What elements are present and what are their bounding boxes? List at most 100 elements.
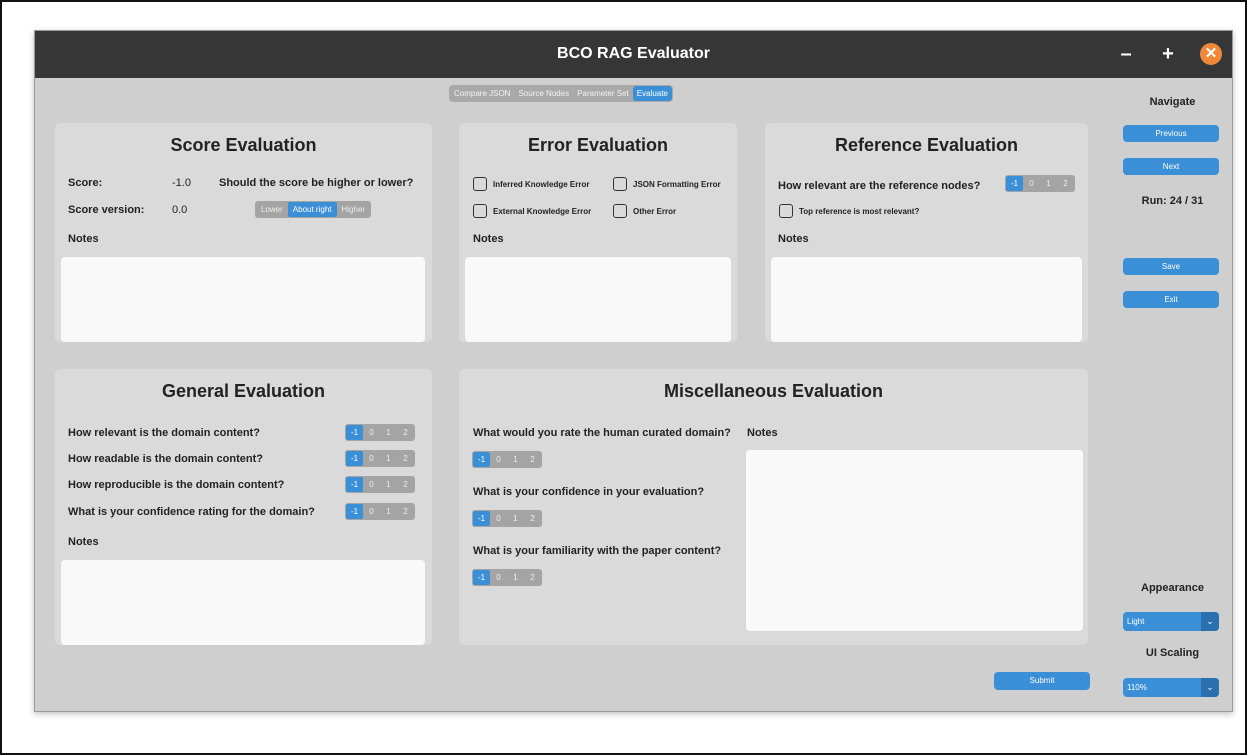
reference-relevance-rating: -1 0 1 2 [1005, 175, 1075, 192]
misc-rating: -1 0 1 2 [472, 510, 542, 527]
rating-option[interactable]: -1 [346, 477, 363, 492]
rating-option[interactable]: 2 [397, 504, 414, 519]
general-rating: -1 0 1 2 [345, 503, 415, 520]
rating-option[interactable]: 2 [524, 452, 541, 467]
checkbox-label: Top reference is most relevant? [799, 206, 920, 216]
misc-notes-label: Notes [747, 427, 778, 439]
rating-option[interactable]: 1 [380, 425, 397, 440]
score-version-value: 0.0 [172, 204, 188, 216]
ui-scaling-value: 110% [1127, 683, 1147, 692]
option-lower[interactable]: Lower [256, 202, 288, 217]
appearance-value: Light [1127, 617, 1145, 626]
misc-question: What is your familiarity with the paper … [473, 545, 722, 557]
tab-evaluate[interactable]: Evaluate [632, 86, 672, 101]
rating-option[interactable]: 1 [1040, 176, 1057, 191]
reference-notes-textbox[interactable] [771, 257, 1082, 342]
top-reference-checkbox[interactable]: Top reference is most relevant? [779, 204, 919, 218]
rating-option[interactable]: 1 [380, 451, 397, 466]
rating-option[interactable]: 1 [507, 452, 524, 467]
rating-option[interactable]: 0 [490, 511, 507, 526]
misc-notes-textbox[interactable] [746, 450, 1083, 631]
previous-button[interactable]: Previous [1123, 125, 1219, 142]
save-button[interactable]: Save [1123, 258, 1219, 275]
rating-option[interactable]: 2 [524, 511, 541, 526]
option-higher[interactable]: Higher [337, 202, 371, 217]
score-notes-textbox[interactable] [61, 257, 425, 342]
score-label: Score: [68, 177, 103, 189]
tab-bar: Compare JSON Source Nodes Parameter Set … [449, 85, 673, 102]
checkbox-label: External Knowledge Error [493, 206, 592, 216]
external-knowledge-error-checkbox[interactable]: External Knowledge Error [473, 204, 591, 218]
chevron-down-icon: ⌄ [1201, 678, 1219, 697]
checkbox-icon [473, 204, 487, 218]
general-question: How relevant is the domain content? [68, 427, 260, 439]
screenshot-frame: BCO RAG Evaluator – + ✕ Compare JSON Sou… [0, 0, 1247, 755]
json-formatting-error-checkbox[interactable]: JSON Formatting Error [613, 177, 721, 191]
general-evaluation-title: General Evaluation [161, 381, 326, 401]
tab-parameter-set[interactable]: Parameter Set [573, 86, 633, 101]
rating-option[interactable]: -1 [1006, 176, 1023, 191]
misc-evaluation-panel: Miscellaneous Evaluation What would you … [459, 369, 1088, 645]
rating-option[interactable]: -1 [473, 452, 490, 467]
checkbox-icon [613, 177, 627, 191]
rating-option[interactable]: 0 [490, 570, 507, 585]
close-icon[interactable]: ✕ [1200, 43, 1222, 65]
sidebar: Navigate Previous Next Run: 24 / 31 Save… [1111, 78, 1232, 711]
appearance-dropdown[interactable]: Light ⌄ [1123, 612, 1219, 631]
reference-relevance-question: How relevant are the reference nodes? [778, 180, 981, 192]
rating-option[interactable]: 1 [507, 570, 524, 585]
rating-option[interactable]: 2 [397, 425, 414, 440]
score-evaluation-panel: Score Evaluation Score: -1.0 Score versi… [55, 123, 432, 342]
misc-rating: -1 0 1 2 [472, 569, 542, 586]
rating-option[interactable]: 0 [1023, 176, 1040, 191]
ui-scaling-dropdown[interactable]: 110% ⌄ [1123, 678, 1219, 697]
rating-option[interactable]: -1 [473, 570, 490, 585]
tab-compare-json[interactable]: Compare JSON [450, 86, 514, 101]
general-rating: -1 0 1 2 [345, 476, 415, 493]
next-button[interactable]: Next [1123, 158, 1219, 175]
rating-option[interactable]: 0 [363, 425, 380, 440]
rating-option[interactable]: -1 [346, 504, 363, 519]
general-notes-textbox[interactable] [61, 560, 425, 645]
error-evaluation-title: Error Evaluation [527, 135, 669, 155]
score-value: -1.0 [172, 177, 191, 189]
exit-button[interactable]: Exit [1123, 291, 1219, 308]
rating-option[interactable]: 2 [397, 451, 414, 466]
inferred-knowledge-error-checkbox[interactable]: Inferred Knowledge Error [473, 177, 589, 191]
general-rating: -1 0 1 2 [345, 424, 415, 441]
maximize-icon[interactable]: + [1157, 43, 1179, 65]
option-about-right[interactable]: About right [287, 202, 337, 217]
checkbox-icon [613, 204, 627, 218]
general-question: How reproducible is the domain content? [68, 479, 285, 491]
score-version-label: Score version: [68, 204, 145, 216]
rating-option[interactable]: 1 [380, 477, 397, 492]
rating-option[interactable]: -1 [473, 511, 490, 526]
reference-evaluation-panel: Reference Evaluation How relevant are th… [765, 123, 1088, 342]
rating-option[interactable]: -1 [346, 451, 363, 466]
error-notes-textbox[interactable] [465, 257, 731, 342]
rating-option[interactable]: 2 [1057, 176, 1074, 191]
other-error-checkbox[interactable]: Other Error [613, 204, 676, 218]
rating-option[interactable]: 1 [507, 511, 524, 526]
rating-option[interactable]: 0 [490, 452, 507, 467]
general-evaluation-panel: General Evaluation How relevant is the d… [55, 369, 432, 645]
minimize-icon[interactable]: – [1115, 43, 1137, 65]
rating-option[interactable]: 0 [363, 451, 380, 466]
misc-evaluation-title: Miscellaneous Evaluation [663, 381, 884, 401]
tab-source-nodes[interactable]: Source Nodes [514, 86, 573, 101]
rating-option[interactable]: 1 [380, 504, 397, 519]
error-notes-label: Notes [473, 233, 504, 245]
rating-option[interactable]: 2 [524, 570, 541, 585]
rating-option[interactable]: 0 [363, 504, 380, 519]
score-direction-selector: Lower About right Higher [255, 201, 372, 218]
rating-option[interactable]: 0 [363, 477, 380, 492]
general-notes-label: Notes [68, 536, 99, 548]
checkbox-icon [779, 204, 793, 218]
general-rating: -1 0 1 2 [345, 450, 415, 467]
checkbox-icon [473, 177, 487, 191]
rating-option[interactable]: 2 [397, 477, 414, 492]
score-evaluation-title: Score Evaluation [170, 135, 317, 155]
rating-option[interactable]: -1 [346, 425, 363, 440]
submit-button[interactable]: Submit [994, 672, 1090, 690]
error-evaluation-panel: Error Evaluation Inferred Knowledge Erro… [459, 123, 737, 342]
